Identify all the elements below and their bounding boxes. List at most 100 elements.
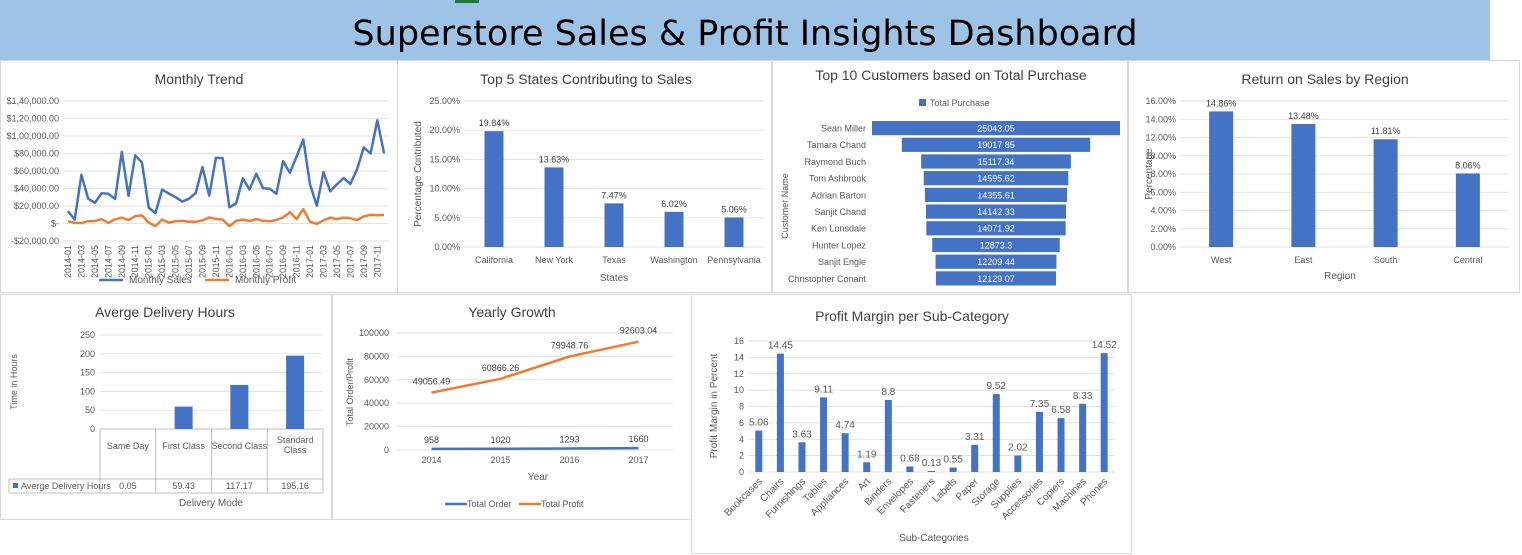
data-label: 60866.26: [482, 363, 520, 373]
x-tick-label: 2016-03: [238, 245, 248, 278]
x-tick-label: 2015-01: [144, 245, 154, 278]
data-label: 92603.04: [620, 326, 658, 336]
bar: [230, 384, 249, 429]
bar: [174, 406, 193, 429]
x-tick-label: 2014: [421, 455, 441, 465]
dashboard-banner: Superstore Sales & Profit Insights Dashb…: [0, 0, 1490, 60]
y-tick-label: 6: [739, 418, 744, 428]
y-tick-label: 2.00%: [1150, 224, 1176, 234]
y-tick-label: $-: [51, 219, 59, 229]
delivery-hours-chart[interactable]: Averge Delivery Hours 250 200 150 100 50 0 Same…: [0, 294, 332, 520]
x-tick-label: East: [1294, 255, 1313, 265]
bar: [820, 397, 828, 472]
data-label: 9.52: [987, 381, 1007, 392]
bar: [755, 430, 763, 472]
y-tick-label: 100000: [359, 328, 389, 338]
data-label: 14071.92: [977, 224, 1015, 234]
legend-swatch: [919, 99, 926, 106]
return-on-sales-chart[interactable]: Return on Sales by Region 16.00% 14.00% 12.…: [1128, 60, 1520, 293]
dashboard-title: Superstore Sales & Profit Insights Dashb…: [352, 14, 1138, 54]
y-axis-title: Customer Name: [780, 173, 790, 239]
data-label: 11.81%: [1371, 126, 1401, 136]
y-tick-label: 250: [80, 330, 95, 340]
y-tick-label: 12: [734, 369, 744, 379]
x-axis-title: Delivery Mode: [179, 498, 243, 509]
y-tick-label: 0: [739, 467, 744, 477]
data-label: 958: [424, 435, 439, 445]
y-tick-label: 0: [90, 424, 95, 434]
x-tick-label: 2015-05: [171, 245, 181, 278]
y-tick-label: 60000: [364, 375, 389, 385]
y-tick-label: 40000: [364, 398, 389, 408]
data-label: 5.06: [749, 418, 769, 429]
bar: [1209, 111, 1234, 247]
bar: [724, 217, 744, 247]
data-label: 14.45: [768, 341, 793, 352]
x-tick-label: 2014-01: [63, 245, 73, 278]
y-tick-label: 15.00%: [429, 154, 460, 164]
series-line-sales: [67, 119, 386, 221]
x-tick-label: Art: [856, 476, 873, 493]
data-label: 6.02%: [661, 199, 687, 209]
y-tick-label: 25.00%: [429, 96, 460, 106]
data-label: 12129.07: [977, 274, 1015, 284]
y-tick-label: 4.00%: [1150, 206, 1176, 216]
legend-label: Total Profit: [541, 499, 584, 509]
x-tick-label: 2014-11: [130, 245, 140, 277]
x-tick-label: West: [1211, 255, 1232, 265]
table-series-label: Averge Delivery Hours: [21, 481, 111, 491]
x-tick-label: 2017-03: [318, 245, 328, 278]
data-label: 0.68: [900, 453, 920, 464]
data-label: 14.52: [1092, 340, 1117, 351]
x-tick-label: Pennsylvania: [707, 255, 761, 265]
profit-margin-chart[interactable]: Profit Margin per Sub-Category 16 14 12 10 8 6…: [691, 294, 1132, 554]
series-line-profit: [431, 340, 639, 394]
cell-selection-marker: [455, 0, 479, 3]
y-tick-label: $20,000.00: [14, 201, 59, 211]
top-states-chart[interactable]: Top 5 States Contributing to Sales 25.00%…: [397, 60, 772, 293]
yearly-growth-chart[interactable]: Yearly Growth 100000 80000 60000 40000 20000 0…: [332, 294, 692, 520]
x-tick-label: 2016-11: [292, 245, 302, 277]
data-label: 0.55: [943, 454, 963, 465]
table-value: 59.43: [172, 481, 195, 491]
delivery-hours-svg: Averge Delivery Hours250200150100500Same…: [8, 304, 324, 509]
x-tick-label: 2014-03: [76, 245, 86, 278]
category-label: Raymond Buch: [804, 157, 866, 167]
x-tick-label: New York: [535, 255, 574, 265]
x-tick-label: 2017-05: [332, 245, 342, 278]
y-tick-label: 50: [85, 405, 95, 415]
data-label: 49056.49: [413, 377, 451, 387]
y-tick-label: 20.00%: [429, 125, 460, 135]
data-label: 1660: [628, 434, 648, 444]
top-states-svg: Top 5 States Contributing to Sales 25.00%…: [413, 71, 764, 284]
data-label: 14355.61: [977, 190, 1015, 200]
bar: [971, 444, 979, 472]
y-tick-label: $40,000.00: [14, 184, 59, 194]
y-tick-label: 16: [734, 336, 744, 346]
category-label: Hunter Lopez: [812, 240, 867, 250]
y-tick-label: 12.00%: [1145, 133, 1176, 143]
chart-title: Top 10 Customers based on Total Purchase: [815, 67, 1087, 83]
top-customers-chart[interactable]: Top 10 Customers based on Total Purchase…: [772, 60, 1128, 293]
table-value: 0.05: [119, 481, 137, 491]
category-label: Tom Ashbrook: [809, 174, 867, 184]
data-label: 19.84%: [479, 118, 510, 128]
data-label: 2.02: [1008, 442, 1028, 453]
category-label: Sean Miller: [821, 124, 866, 134]
monthly-trend-chart[interactable]: Monthly Trend $1,40,000.00 $1,20,000.00 $1,…: [0, 60, 398, 293]
y-tick-label: 10.00%: [429, 184, 460, 194]
x-tick-label: Labels: [931, 476, 960, 505]
x-tick-label: 2016-09: [278, 245, 288, 278]
y-tick-label: 100: [80, 386, 95, 396]
bar: [798, 442, 806, 472]
chart-title: Averge Delivery Hours: [95, 304, 235, 320]
x-axis-title: Year: [528, 472, 549, 483]
legend-label: Total Purchase: [930, 98, 990, 108]
category-label: Tamara Chand: [807, 140, 866, 150]
legend-label: Total Order: [467, 499, 512, 509]
y-axis-title: Total Order/Profit: [345, 357, 355, 426]
data-label: 14.86%: [1206, 98, 1237, 108]
bar: [604, 203, 624, 247]
chart-title: Yearly Growth: [468, 304, 555, 320]
x-tick-label: 2014-05: [90, 245, 100, 278]
